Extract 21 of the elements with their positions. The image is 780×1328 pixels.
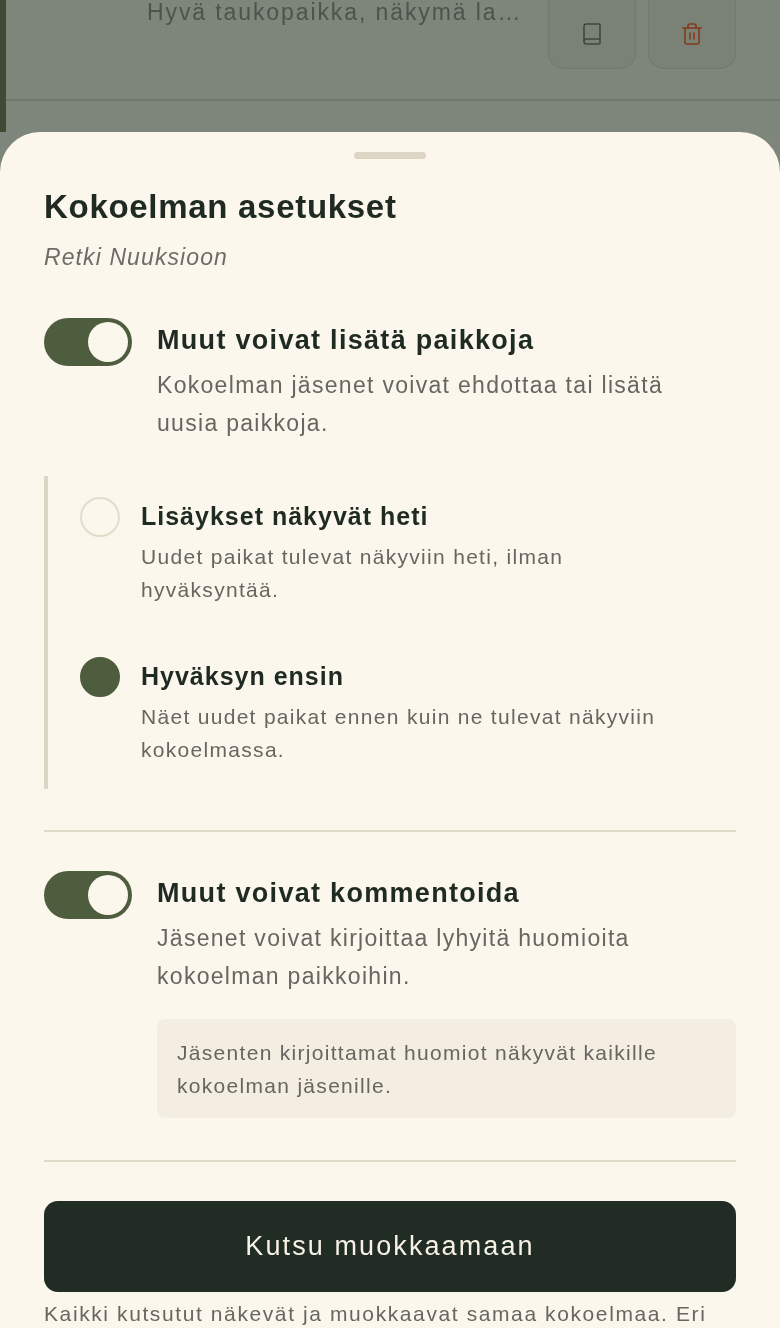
sheet-title: Kokoelman asetukset bbox=[44, 187, 398, 227]
option-label: Lisäykset näkyvät heti bbox=[141, 501, 430, 532]
book-button[interactable] bbox=[548, 0, 636, 69]
option-description: Näet uudet paikat ennen kuin ne tulevat näkyviin kokoelmassa. bbox=[141, 704, 657, 763]
delete-button[interactable] bbox=[648, 0, 736, 69]
setting-label: Muut voivat lisätä paikkoja bbox=[157, 324, 536, 357]
invite-button[interactable]: Kutsu muokkaamaan bbox=[44, 1201, 736, 1292]
book-icon bbox=[580, 22, 604, 46]
footer-note: Kaikki kutsutut näkevät ja muokkaavat samaa kokoelmaa. Eri bbox=[44, 1304, 708, 1324]
radio-button[interactable] bbox=[80, 657, 120, 697]
collection-name: Retki Nuuksioon bbox=[44, 243, 229, 272]
setting-description: Kokoelman jäsenet voivat ehdottaa tai lisätä uusia paikkoja. bbox=[157, 371, 664, 438]
setting-label: Muut voivat kommentoida bbox=[157, 877, 521, 910]
drag-handle[interactable] bbox=[354, 152, 426, 159]
toggle-switch[interactable] bbox=[44, 318, 132, 366]
info-note: Jäsenten kirjoittamat huomiot näkyvät kaikille kokoelman jäsenille. bbox=[157, 1019, 736, 1118]
trash-icon bbox=[680, 22, 704, 46]
option-label: Hyväksyn ensin bbox=[141, 661, 345, 692]
setting-description: Jäsenet voivat kirjoittaa lyhyitä huomioita kokoelman paikkoihin. bbox=[157, 924, 631, 991]
option-description: Uudet paikat tulevat näkyviin heti, ilman hyväksyntää. bbox=[141, 544, 565, 603]
toggle-switch[interactable] bbox=[44, 871, 132, 919]
